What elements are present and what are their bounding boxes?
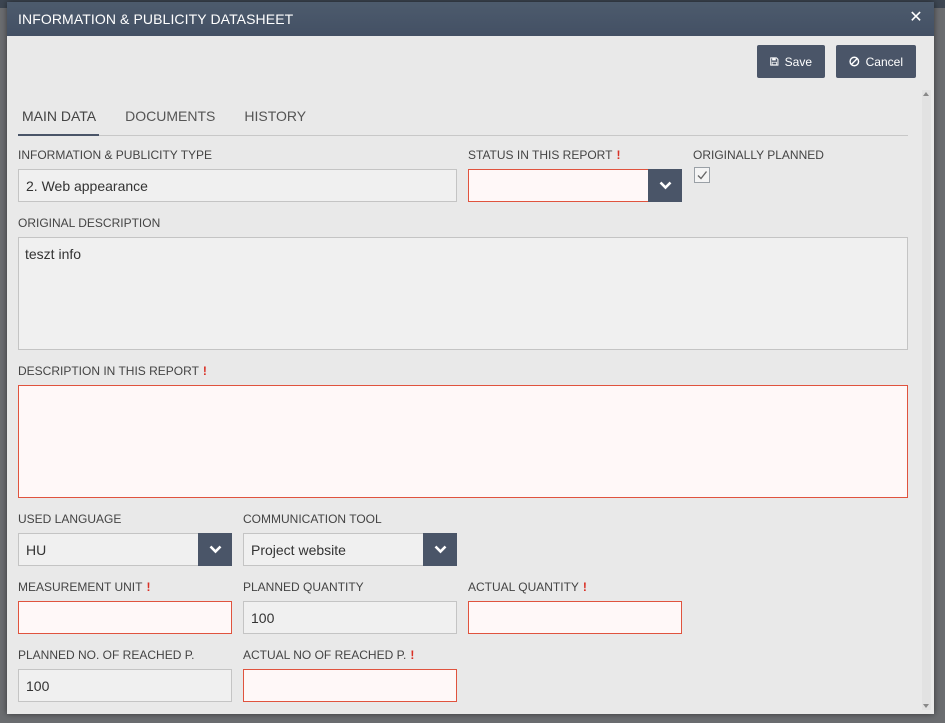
planned-reached-label: PLANNED NO. OF REACHED P.: [18, 648, 195, 662]
planned-reached-field[interactable]: 100: [18, 669, 232, 702]
status-dropdown-button[interactable]: [648, 169, 682, 202]
communication-tool-value: Project website: [251, 542, 346, 558]
actual-reached-input[interactable]: [243, 669, 457, 702]
dialog-titlebar: INFORMATION & PUBLICITY DATASHEET ✕: [7, 2, 934, 36]
original-description-value: teszt info: [25, 246, 82, 262]
actual-reached-label: ACTUAL NO OF REACHED P.!: [243, 648, 415, 662]
original-description-label: ORIGINAL DESCRIPTION: [18, 216, 161, 230]
ban-icon: [849, 56, 860, 67]
tab-history[interactable]: HISTORY: [240, 102, 309, 136]
measurement-unit-input[interactable]: [18, 601, 232, 634]
originally-planned-checkbox[interactable]: [694, 167, 710, 183]
actual-quantity-label: ACTUAL QUANTITY!: [468, 580, 587, 594]
used-language-select[interactable]: HU: [18, 533, 232, 566]
chevron-down-icon: [209, 545, 221, 554]
communication-tool-dropdown-button[interactable]: [423, 533, 457, 566]
save-button[interactable]: Save: [757, 45, 825, 78]
measurement-unit-label: MEASUREMENT UNIT!: [18, 580, 151, 594]
planned-quantity-label: PLANNED QUANTITY: [243, 580, 364, 594]
planned-reached-value: 100: [26, 678, 50, 694]
dialog-toolbar: Save Cancel: [757, 45, 916, 78]
vertical-scrollbar[interactable]: [922, 90, 931, 710]
communication-tool-label: COMMUNICATION TOOL: [243, 512, 382, 526]
scroll-up-icon[interactable]: [923, 92, 929, 96]
planned-quantity-value: 100: [251, 610, 275, 626]
ip-type-label: INFORMATION & PUBLICITY TYPE: [18, 148, 213, 162]
used-language-label: USED LANGUAGE: [18, 512, 122, 526]
required-mark: !: [616, 148, 621, 162]
datasheet-dialog: INFORMATION & PUBLICITY DATASHEET ✕ Save…: [7, 2, 934, 714]
chevron-down-icon: [434, 545, 446, 554]
status-select[interactable]: [468, 169, 682, 202]
description-report-textarea[interactable]: [18, 385, 908, 498]
required-mark: !: [202, 364, 207, 378]
used-language-value: HU: [26, 542, 47, 558]
required-mark: !: [410, 648, 415, 662]
cancel-label: Cancel: [865, 54, 903, 69]
ip-type-value: 2. Web appearance: [26, 178, 148, 194]
tab-main-data[interactable]: MAIN DATA: [18, 102, 100, 136]
scroll-down-icon[interactable]: [923, 704, 929, 708]
description-report-label: DESCRIPTION IN THIS REPORT!: [18, 364, 207, 378]
planned-quantity-field[interactable]: 100: [243, 601, 457, 634]
communication-tool-select[interactable]: Project website: [243, 533, 457, 566]
original-description-field[interactable]: teszt info: [18, 237, 908, 350]
required-mark: !: [146, 580, 151, 594]
originally-planned-label: ORIGINALLY PLANNED: [693, 148, 824, 162]
status-label: STATUS IN THIS REPORT!: [468, 148, 621, 162]
actual-quantity-input[interactable]: [468, 601, 682, 634]
dialog-title: INFORMATION & PUBLICITY DATASHEET: [18, 11, 294, 27]
close-icon[interactable]: ✕: [908, 10, 924, 26]
floppy-disk-icon: [770, 57, 779, 66]
ip-type-field[interactable]: 2. Web appearance: [18, 169, 457, 202]
used-language-dropdown-button[interactable]: [198, 533, 232, 566]
cancel-button[interactable]: Cancel: [836, 45, 916, 78]
checkmark-icon: [697, 171, 708, 180]
required-mark: !: [582, 580, 587, 594]
save-label: Save: [784, 54, 812, 69]
tab-bar: MAIN DATA DOCUMENTS HISTORY: [18, 102, 908, 136]
tab-documents[interactable]: DOCUMENTS: [121, 102, 218, 136]
chevron-down-icon: [659, 181, 671, 190]
